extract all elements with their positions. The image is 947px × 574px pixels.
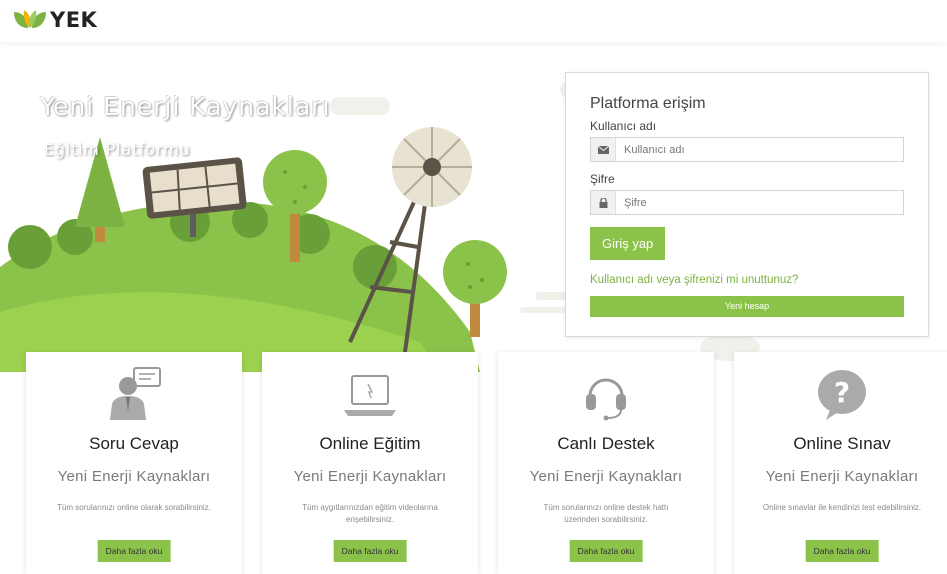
forgot-password-link[interactable]: Kullanıcı adı veya şifrenizi mi unuttunu…: [590, 274, 904, 286]
password-input[interactable]: [616, 191, 903, 214]
username-label: Kullanıcı adı: [590, 119, 657, 133]
username-input-group: [590, 137, 904, 162]
headset-icon: [498, 366, 714, 422]
feature-title: Canlı Destek: [557, 434, 655, 453]
feature-card-online-egitim: Online Eğitim Yeni Enerji Kaynakları Tüm…: [262, 352, 478, 574]
read-more-button[interactable]: Daha fazla oku: [569, 540, 643, 562]
read-more-button[interactable]: Daha fazla oku: [333, 540, 407, 562]
leaves-icon: [14, 10, 46, 28]
feature-subtitle: Yeni Enerji Kaynakları: [765, 468, 919, 485]
envelope-icon: [591, 138, 616, 161]
feature-description: Tüm sorularınızı online olarak sorabilir…: [57, 503, 211, 512]
lock-icon: [591, 191, 616, 214]
password-input-group: [590, 190, 904, 215]
login-title: Platforma erişim: [590, 95, 706, 112]
laptop-icon: [262, 366, 478, 422]
login-button[interactable]: Giriş yap: [590, 227, 666, 260]
brand-name: YEK: [50, 8, 98, 32]
question-bubble-icon: ?: [734, 366, 947, 422]
feature-description: Tüm sorularınızı online destek hattı üze…: [543, 503, 669, 524]
hero-subtitle: Eğitim Platformu: [44, 140, 191, 159]
brand-logo[interactable]: YEK: [12, 6, 97, 34]
feature-subtitle: Yeni Enerji Kaynakları: [57, 468, 211, 485]
feature-card-soru-cevap: Soru Cevap Yeni Enerji Kaynakları Tüm so…: [26, 352, 242, 574]
feature-title: Soru Cevap: [89, 434, 179, 453]
feature-title: Online Eğitim: [319, 434, 421, 453]
login-panel: Platforma erişim Kullanıcı adı Şifre Gir…: [565, 72, 929, 337]
hero-title: Yeni Enerji Kaynakları: [40, 92, 331, 121]
svg-text:?: ?: [834, 376, 850, 409]
feature-description: Tüm aygıtlarınızdan eğitim videolarına e…: [302, 503, 438, 524]
feature-title: Online Sınav: [793, 434, 891, 453]
feature-card-online-sinav: ? Online Sınav Yeni Enerji Kaynakları On…: [734, 352, 947, 574]
feature-description: Online sınavlar ile kendinizi test edebi…: [762, 503, 922, 512]
feature-subtitle: Yeni Enerji Kaynakları: [529, 468, 683, 485]
features-section: Soru Cevap Yeni Enerji Kaynakları Tüm so…: [0, 352, 947, 574]
support-person-icon: [26, 366, 242, 422]
password-label: Şifre: [590, 172, 615, 186]
new-account-button[interactable]: Yeni hesap: [590, 296, 904, 317]
read-more-button[interactable]: Daha fazla oku: [805, 540, 879, 562]
top-navbar: YEK: [0, 0, 947, 42]
feature-card-canli-destek: Canlı Destek Yeni Enerji Kaynakları Tüm …: [498, 352, 714, 574]
feature-subtitle: Yeni Enerji Kaynakları: [293, 468, 447, 485]
read-more-button[interactable]: Daha fazla oku: [97, 540, 171, 562]
username-input[interactable]: [616, 138, 903, 161]
